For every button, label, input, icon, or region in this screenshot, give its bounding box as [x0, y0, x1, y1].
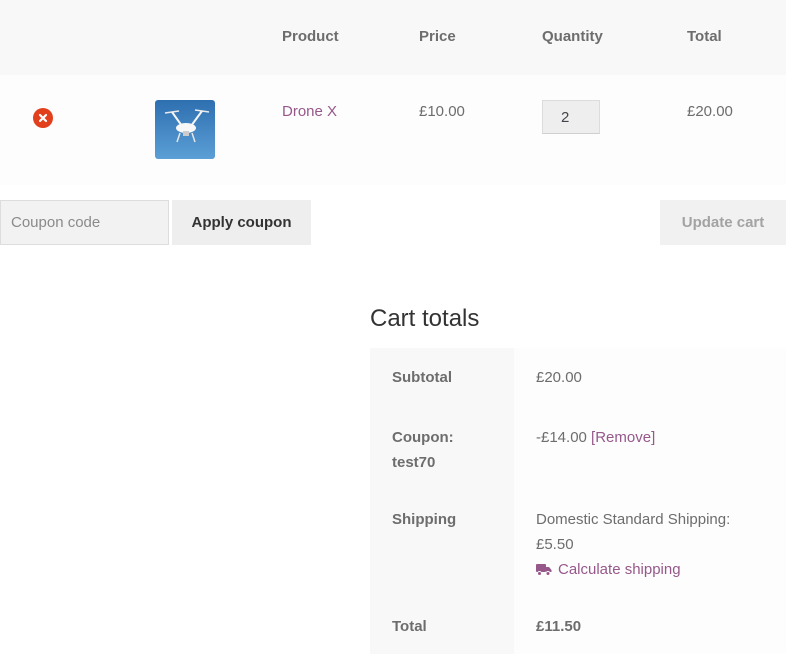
order-total-label: Total	[370, 594, 514, 654]
product-link[interactable]: Drone X	[282, 103, 337, 120]
line-total: £20.00	[687, 103, 733, 120]
header-total: Total	[687, 28, 722, 45]
shipping-method: Domestic Standard Shipping:	[536, 511, 731, 528]
product-price: £10.00	[419, 103, 465, 120]
update-cart-button[interactable]: Update cart	[660, 200, 786, 245]
shipping-value-cell: Domestic Standard Shipping: £5.50 Calcul…	[514, 487, 786, 594]
subtotal-value: £20.00	[514, 348, 786, 405]
apply-coupon-button[interactable]: Apply coupon	[172, 200, 311, 245]
product-thumbnail[interactable]	[155, 100, 215, 159]
coupon-value-cell: -£14.00 [Remove]	[514, 405, 786, 487]
header-product: Product	[282, 28, 339, 45]
cart-totals-title: Cart totals	[370, 305, 480, 332]
header-quantity: Quantity	[542, 28, 603, 45]
order-total-row: Total £11.50	[370, 594, 786, 654]
coupon-label: Coupon: test70	[370, 405, 514, 487]
subtotal-label: Subtotal	[370, 348, 514, 405]
quantity-input[interactable]	[542, 100, 600, 134]
truck-icon	[536, 564, 552, 576]
drone-image	[155, 100, 215, 159]
subtotal-row: Subtotal £20.00	[370, 348, 786, 405]
shipping-price: £5.50	[536, 536, 574, 553]
header-price: Price	[419, 28, 456, 45]
coupon-discount: -£14.00	[536, 429, 587, 446]
close-icon	[38, 113, 48, 123]
table-row	[0, 75, 786, 185]
remove-coupon-link[interactable]: [Remove]	[591, 429, 655, 446]
order-total-value: £11.50	[514, 594, 786, 654]
calculate-shipping-label[interactable]: Calculate shipping	[558, 561, 681, 578]
coupon-label-code: test70	[392, 454, 436, 471]
coupon-row: Coupon: test70 -£14.00 [Remove]	[370, 405, 786, 487]
shipping-row: Shipping Domestic Standard Shipping: £5.…	[370, 487, 786, 594]
coupon-label-prefix: Coupon:	[392, 429, 454, 446]
cart-table-header: Product Price Quantity Total	[0, 0, 786, 75]
calculate-shipping-link[interactable]: Calculate shipping	[536, 557, 786, 582]
coupon-code-input[interactable]	[0, 200, 169, 245]
cart-table: Product Price Quantity Total	[0, 0, 786, 185]
cart-totals-table: Subtotal £20.00 Coupon: test70 -£14.00 […	[370, 348, 786, 654]
remove-item-icon[interactable]	[33, 108, 53, 128]
shipping-label: Shipping	[370, 487, 514, 594]
